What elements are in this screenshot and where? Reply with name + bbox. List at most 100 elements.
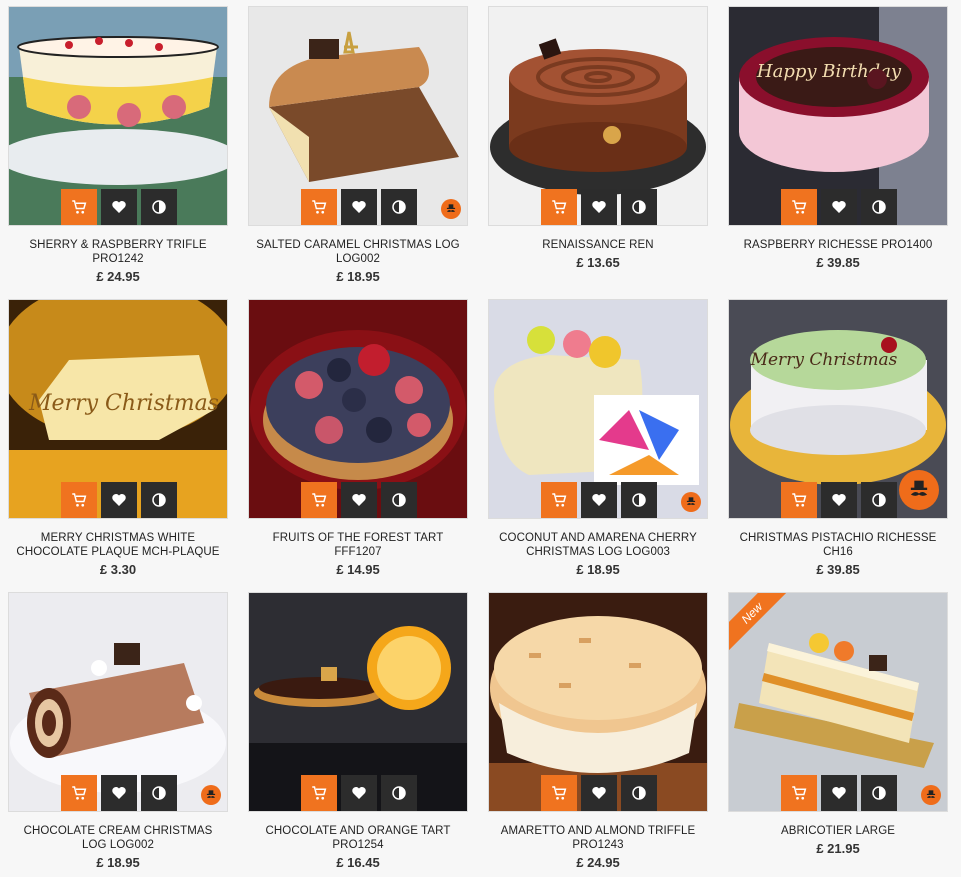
product-image[interactable]: [248, 592, 468, 812]
product-card[interactable]: FRUITS OF THE FOREST TART FFF1207 £ 14.9…: [248, 299, 468, 577]
add-to-cart-button[interactable]: [301, 482, 337, 518]
product-name[interactable]: FRUITS OF THE FOREST TART FFF1207: [248, 531, 468, 559]
add-to-cart-button[interactable]: [61, 775, 97, 811]
cart-icon: [792, 786, 807, 800]
product-actions: [541, 482, 657, 518]
product-card[interactable]: AMARETTO AND ALMOND TRIFFLE PRO1243 £ 24…: [488, 592, 708, 870]
product-price: £ 24.95: [96, 269, 140, 284]
product-image[interactable]: Merry Christmas: [8, 299, 228, 519]
product-image[interactable]: [248, 6, 468, 226]
product-card[interactable]: Happy Birthday RASPBERRY RICHESSE PRO140…: [728, 6, 948, 270]
product-name[interactable]: SALTED CARAMEL CHRISTMAS LOG LOG002: [248, 238, 468, 266]
heart-icon: [592, 787, 606, 799]
wishlist-button[interactable]: [581, 775, 617, 811]
heart-icon: [112, 494, 126, 506]
product-actions: [781, 189, 897, 225]
compare-button[interactable]: [861, 482, 897, 518]
cart-icon: [72, 200, 87, 214]
product-price: £ 14.95: [336, 562, 380, 577]
compare-button[interactable]: [141, 482, 177, 518]
product-card[interactable]: New ABRICOTIER LARGE £ 21.95: [728, 592, 948, 856]
compare-icon: [392, 200, 406, 214]
moustache-logo-icon: [681, 492, 701, 512]
compare-button[interactable]: [381, 189, 417, 225]
compare-button[interactable]: [141, 775, 177, 811]
product-name[interactable]: AMARETTO AND ALMOND TRIFFLE PRO1243: [488, 824, 708, 852]
product-name[interactable]: CHOCOLATE CREAM CHRISTMAS LOG LOG002: [8, 824, 228, 852]
product-image[interactable]: Merry Christmas: [728, 299, 948, 519]
add-to-cart-button[interactable]: [541, 189, 577, 225]
product-card[interactable]: CHOCOLATE AND ORANGE TART PRO1254 £ 16.4…: [248, 592, 468, 870]
cart-icon: [72, 493, 87, 507]
product-image[interactable]: [8, 6, 228, 226]
product-card[interactable]: CHOCOLATE CREAM CHRISTMAS LOG LOG002 £ 1…: [8, 592, 228, 870]
add-to-cart-button[interactable]: [781, 775, 817, 811]
product-actions: [301, 189, 417, 225]
product-name[interactable]: CHRISTMAS PISTACHIO RICHESSE CH16: [728, 531, 948, 559]
add-to-cart-button[interactable]: [541, 775, 577, 811]
product-actions: [301, 482, 417, 518]
compare-button[interactable]: [141, 189, 177, 225]
add-to-cart-button[interactable]: [781, 482, 817, 518]
cart-icon: [312, 200, 327, 214]
product-card[interactable]: Merry Christmas CHRISTMAS PISTACHIO RICH…: [728, 299, 948, 577]
product-name[interactable]: CHOCOLATE AND ORANGE TART PRO1254: [248, 824, 468, 852]
product-name[interactable]: RASPBERRY RICHESSE PRO1400: [728, 238, 948, 252]
product-card[interactable]: SHERRY & RASPBERRY TRIFLE PRO1242 £ 24.9…: [8, 6, 228, 284]
cake-text-merry-christmas: Merry Christmas: [750, 350, 898, 370]
product-card[interactable]: SALTED CARAMEL CHRISTMAS LOG LOG002 £ 18…: [248, 6, 468, 284]
compare-button[interactable]: [861, 775, 897, 811]
product-image[interactable]: [488, 299, 708, 519]
wishlist-button[interactable]: [341, 775, 377, 811]
compare-icon: [152, 493, 166, 507]
product-image[interactable]: [488, 6, 708, 226]
product-name[interactable]: RENAISSANCE REN: [488, 238, 708, 252]
add-to-cart-button[interactable]: [781, 189, 817, 225]
product-image[interactable]: [8, 592, 228, 812]
product-image[interactable]: Happy Birthday: [728, 6, 948, 226]
wishlist-button[interactable]: [341, 189, 377, 225]
compare-icon: [152, 200, 166, 214]
add-to-cart-button[interactable]: [541, 482, 577, 518]
add-to-cart-button[interactable]: [61, 189, 97, 225]
product-name[interactable]: MERRY CHRISTMAS WHITE CHOCOLATE PLAQUE M…: [8, 531, 228, 559]
product-image[interactable]: [488, 592, 708, 812]
wishlist-button[interactable]: [821, 189, 857, 225]
product-card[interactable]: COCONUT AND AMARENA CHERRY CHRISTMAS LOG…: [488, 299, 708, 577]
compare-button[interactable]: [621, 482, 657, 518]
compare-button[interactable]: [861, 189, 897, 225]
add-to-cart-button[interactable]: [61, 482, 97, 518]
compare-button[interactable]: [381, 482, 417, 518]
product-actions: [781, 482, 897, 518]
compare-button[interactable]: [381, 775, 417, 811]
product-name[interactable]: ABRICOTIER LARGE: [728, 824, 948, 838]
wishlist-button[interactable]: [101, 482, 137, 518]
heart-icon: [592, 201, 606, 213]
heart-icon: [832, 787, 846, 799]
heart-icon: [832, 201, 846, 213]
wishlist-button[interactable]: [821, 775, 857, 811]
product-image[interactable]: New: [728, 592, 948, 812]
product-image[interactable]: [248, 299, 468, 519]
wishlist-button[interactable]: [341, 482, 377, 518]
product-actions: [61, 775, 177, 811]
wishlist-button[interactable]: [101, 189, 137, 225]
add-to-cart-button[interactable]: [301, 775, 337, 811]
wishlist-button[interactable]: [821, 482, 857, 518]
compare-button[interactable]: [621, 189, 657, 225]
product-card[interactable]: RENAISSANCE REN £ 13.65: [488, 6, 708, 270]
compare-icon: [632, 200, 646, 214]
heart-icon: [352, 201, 366, 213]
wishlist-button[interactable]: [581, 482, 617, 518]
product-name[interactable]: COCONUT AND AMARENA CHERRY CHRISTMAS LOG…: [488, 531, 708, 559]
wishlist-button[interactable]: [581, 189, 617, 225]
add-to-cart-button[interactable]: [301, 189, 337, 225]
moustache-logo-icon: [899, 470, 939, 510]
product-name[interactable]: SHERRY & RASPBERRY TRIFLE PRO1242: [8, 238, 228, 266]
heart-icon: [352, 787, 366, 799]
cart-icon: [552, 493, 567, 507]
compare-button[interactable]: [621, 775, 657, 811]
plaque-text: Merry Christmas: [28, 391, 219, 416]
wishlist-button[interactable]: [101, 775, 137, 811]
product-card[interactable]: Merry Christmas MERRY CHRISTMAS WHITE CH…: [8, 299, 228, 577]
